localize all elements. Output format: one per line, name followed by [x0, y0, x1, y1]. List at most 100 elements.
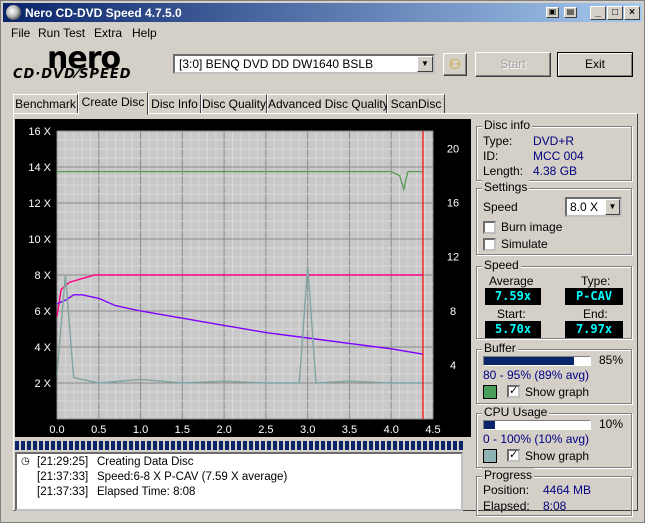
log-message: Speed:6-8 X P-CAV (7.59 X average) [97, 471, 288, 483]
log-panel[interactable]: ◷ [21:29:25] Creating Data Disc [21:37:3… [15, 452, 463, 511]
log-time: [21:29:25] [37, 456, 89, 468]
x-tick-label: 4.0 [384, 424, 399, 436]
refresh-drive-button[interactable]: ⚇ [443, 53, 467, 76]
window-title: Nero CD-DVD Speed 4.7.5.0 [25, 6, 182, 20]
buffer-color-swatch[interactable] [483, 385, 497, 399]
end-label: End: [583, 307, 608, 321]
y-left-tick-label: 16 X [28, 126, 51, 138]
progress-ticks [15, 441, 463, 450]
log-time: [21:37:33] [37, 471, 89, 483]
y-left-tick-label: 6 X [34, 306, 51, 318]
y-right-tick-label: 4 [450, 360, 456, 372]
log-message: Elapsed Time: 8:08 [97, 486, 196, 498]
menu-help[interactable]: Help [132, 26, 157, 40]
chevron-down-icon[interactable]: ▼ [417, 56, 433, 72]
disc-length-value: 4.38 GB [533, 164, 578, 178]
settings-group: Settings Speed 8.0 X ▼ Burn image Simula… [476, 180, 632, 255]
settings-title: Settings [482, 180, 530, 194]
buffer-percent: 85% [599, 353, 624, 367]
buffer-title: Buffer [482, 341, 518, 355]
y-right-tick-label: 16 [447, 198, 459, 210]
disc-id-value: MCC 004 [533, 149, 584, 163]
position-value: 4464 MB [543, 483, 592, 497]
speed-group: Speed Average 7.59x Type: P-CAV Start: 5… [476, 258, 632, 339]
screenshot-icon[interactable]: ▤ [564, 7, 577, 18]
disc-type-value: DVD+R [533, 134, 575, 148]
disc-info-title: Disc info [482, 118, 533, 132]
speed-select-value: 8.0 X [570, 200, 599, 214]
x-tick-label: 3.0 [300, 424, 315, 436]
buffer-bar [483, 356, 591, 366]
chevron-down-icon[interactable]: ▼ [605, 199, 620, 215]
help-icon[interactable]: ▣ [546, 7, 559, 18]
y-left-tick-label: 12 X [28, 198, 51, 210]
disc-type-label: Type: [483, 134, 513, 148]
average-label: Average [489, 274, 534, 288]
tab-create-disc[interactable]: Create Disc [78, 92, 148, 115]
drive-select[interactable]: [3:0] BENQ DVD DD DW1640 BSLB ▼ [173, 54, 435, 74]
x-tick-label: 0.5 [91, 424, 106, 436]
logo-cd-dvd-speed: CD·DVD⁄SPEED [13, 67, 132, 82]
progress-group: Progress Position: 4464 MB Elapsed: 8:08 [476, 468, 632, 516]
tab-benchmark[interactable]: Benchmark [13, 94, 78, 114]
speed-chart: 2 X 4 X 6 X 8 X 10 X 12 X 14 X 16 X 4 8 12 16 20 0.0 0… [15, 119, 471, 437]
cpu-color-swatch[interactable] [483, 449, 497, 463]
app-icon [6, 5, 21, 20]
x-tick-label: 4.5 [425, 424, 440, 436]
menu-file[interactable]: File [11, 26, 30, 40]
x-tick-label: 1.0 [133, 424, 148, 436]
menu-bar: File Run Test Extra Help [3, 23, 642, 42]
tab-disc-info[interactable]: Disc Info [148, 94, 201, 114]
y-right-tick-label: 20 [447, 144, 459, 156]
average-value: 7.59x [485, 288, 541, 305]
elapsed-label: Elapsed: [483, 499, 530, 513]
y-right-tick-label: 8 [450, 306, 456, 318]
app-window: Nero CD-DVD Speed 4.7.5.0 _ □ × ▣ ▤ File… [0, 0, 645, 523]
y-left-tick-label: 10 X [28, 234, 51, 246]
position-label: Position: [483, 483, 530, 497]
tab-disc-quality[interactable]: Disc Quality [201, 94, 267, 114]
burn-image-label: Burn image [501, 220, 563, 234]
minimize-button[interactable]: _ [590, 6, 606, 20]
cpu-show-graph-label: Show graph [525, 449, 590, 463]
x-tick-label: 0.0 [49, 424, 64, 436]
exit-button[interactable]: Exit [557, 52, 633, 77]
drive-select-value: [3:0] BENQ DVD DD DW1640 BSLB [179, 57, 374, 71]
y-left-tick-label: 4 X [34, 342, 51, 354]
disc-id-label: ID: [483, 149, 499, 163]
speed-select[interactable]: 8.0 X ▼ [565, 197, 622, 217]
simulate-checkbox[interactable] [483, 238, 496, 251]
speed-label: Speed [483, 200, 518, 214]
cpu-usage-title: CPU Usage [482, 405, 550, 419]
x-tick-label: 2.5 [258, 424, 273, 436]
buffer-show-graph-checkbox[interactable]: ✓ [507, 385, 520, 398]
menu-run-test[interactable]: Run Test [38, 26, 85, 40]
cpu-range: 0 - 100% (10% avg) [483, 432, 590, 446]
y-right-tick-label: 12 [447, 252, 459, 264]
tab-scandisc[interactable]: ScanDisc [387, 94, 445, 114]
progress-title: Progress [482, 468, 535, 482]
simulate-label: Simulate [501, 237, 548, 251]
maximize-button[interactable]: □ [607, 6, 623, 20]
start-value: 5.70x [485, 321, 541, 338]
cpu-bar [483, 420, 591, 430]
end-value: 7.97x [565, 321, 623, 338]
nero-logo: nero CD·DVD⁄SPEED [13, 41, 163, 85]
cpu-percent: 10% [599, 417, 624, 431]
y-left-tick-label: 2 X [34, 378, 51, 390]
buffer-show-graph-label: Show graph [525, 385, 590, 399]
menu-extra[interactable]: Extra [94, 26, 122, 40]
buffer-range: 80 - 95% (89% avg) [483, 368, 590, 382]
cpu-show-graph-checkbox[interactable]: ✓ [507, 449, 520, 462]
burn-image-checkbox[interactable] [483, 221, 496, 234]
x-tick-label: 2.0 [216, 424, 231, 436]
disc-length-label: Length: [483, 164, 524, 178]
info-icon: ◷ [21, 456, 30, 467]
y-left-tick-label: 8 X [34, 270, 51, 282]
disc-refresh-icon: ⚇ [448, 56, 462, 72]
type-label: Type: [581, 274, 611, 288]
start-button[interactable]: Start [475, 52, 551, 77]
tab-advanced-disc-quality[interactable]: Advanced Disc Quality [267, 94, 389, 114]
x-tick-label: 1.5 [175, 424, 190, 436]
close-button[interactable]: × [624, 6, 640, 20]
